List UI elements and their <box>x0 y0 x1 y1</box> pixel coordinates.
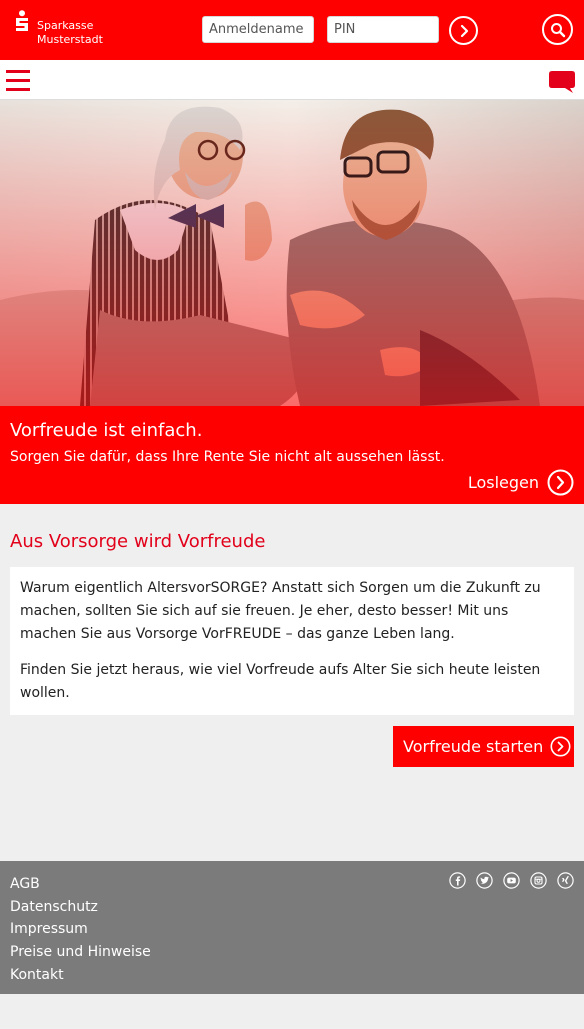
teaser-subtitle: Sorgen Sie dafür, dass Ihre Rente Sie ni… <box>10 449 445 465</box>
loslegen-button[interactable]: Loslegen <box>468 468 574 496</box>
info-card: Warum eigentlich AltersvorSORGE? Anstatt… <box>10 567 574 715</box>
youtube-icon[interactable] <box>503 872 520 889</box>
sparkasse-logo[interactable]: Sparkasse Musterstadt <box>14 10 124 50</box>
footer: AGB Datenschutz Impressum Preise und Hin… <box>0 861 584 994</box>
footer-link-datenschutz[interactable]: Datenschutz <box>10 896 151 919</box>
info-paragraph: Finden Sie jetzt heraus, wie viel Vorfre… <box>20 662 541 701</box>
brand-line-1: Sparkasse <box>37 19 94 32</box>
sparkasse-s-logo-icon <box>16 10 28 31</box>
footer-link-kontakt[interactable]: Kontakt <box>10 964 151 987</box>
footer-link-preise[interactable]: Preise und Hinweise <box>10 941 151 964</box>
hamburger-menu-icon[interactable] <box>6 70 30 92</box>
login-submit-button[interactable] <box>449 16 478 45</box>
footer-links: AGB Datenschutz Impressum Preise und Hin… <box>10 873 151 987</box>
info-paragraph: Warum eigentlich AltersvorSORGE? Anstatt… <box>20 580 541 642</box>
search-button[interactable] <box>542 14 573 45</box>
hero-photo-two-men-laughing <box>0 100 584 406</box>
hero-image <box>0 100 584 406</box>
facebook-icon[interactable] <box>449 872 466 889</box>
chevron-right-icon <box>547 469 574 495</box>
instagram-icon[interactable] <box>530 872 547 889</box>
section-heading: Aus Vorsorge wird Vorfreude <box>10 531 266 552</box>
username-input[interactable] <box>202 16 314 43</box>
chevron-right-icon <box>460 24 468 37</box>
loslegen-label: Loslegen <box>467 472 539 492</box>
chevron-right-icon <box>550 736 571 757</box>
footer-link-agb[interactable]: AGB <box>10 873 151 896</box>
navigation-bar <box>0 60 584 100</box>
twitter-icon[interactable] <box>476 872 493 889</box>
brand-line-2: Musterstadt <box>37 33 103 46</box>
chat-bubble-icon[interactable] <box>548 70 576 94</box>
teaser-title: Vorfreude ist einfach. <box>10 420 203 441</box>
top-bar: Sparkasse Musterstadt <box>0 0 584 60</box>
vorfreude-starten-button[interactable]: Vorfreude starten <box>393 726 574 767</box>
xing-icon[interactable] <box>557 872 574 889</box>
vorfreude-starten-label: Vorfreude starten <box>403 737 544 756</box>
footer-link-impressum[interactable]: Impressum <box>10 918 151 941</box>
teaser-banner: Vorfreude ist einfach. Sorgen Sie dafür,… <box>0 406 584 504</box>
search-icon <box>550 22 565 37</box>
pin-input[interactable] <box>327 16 439 43</box>
brand-name: Sparkasse Musterstadt <box>37 19 103 47</box>
